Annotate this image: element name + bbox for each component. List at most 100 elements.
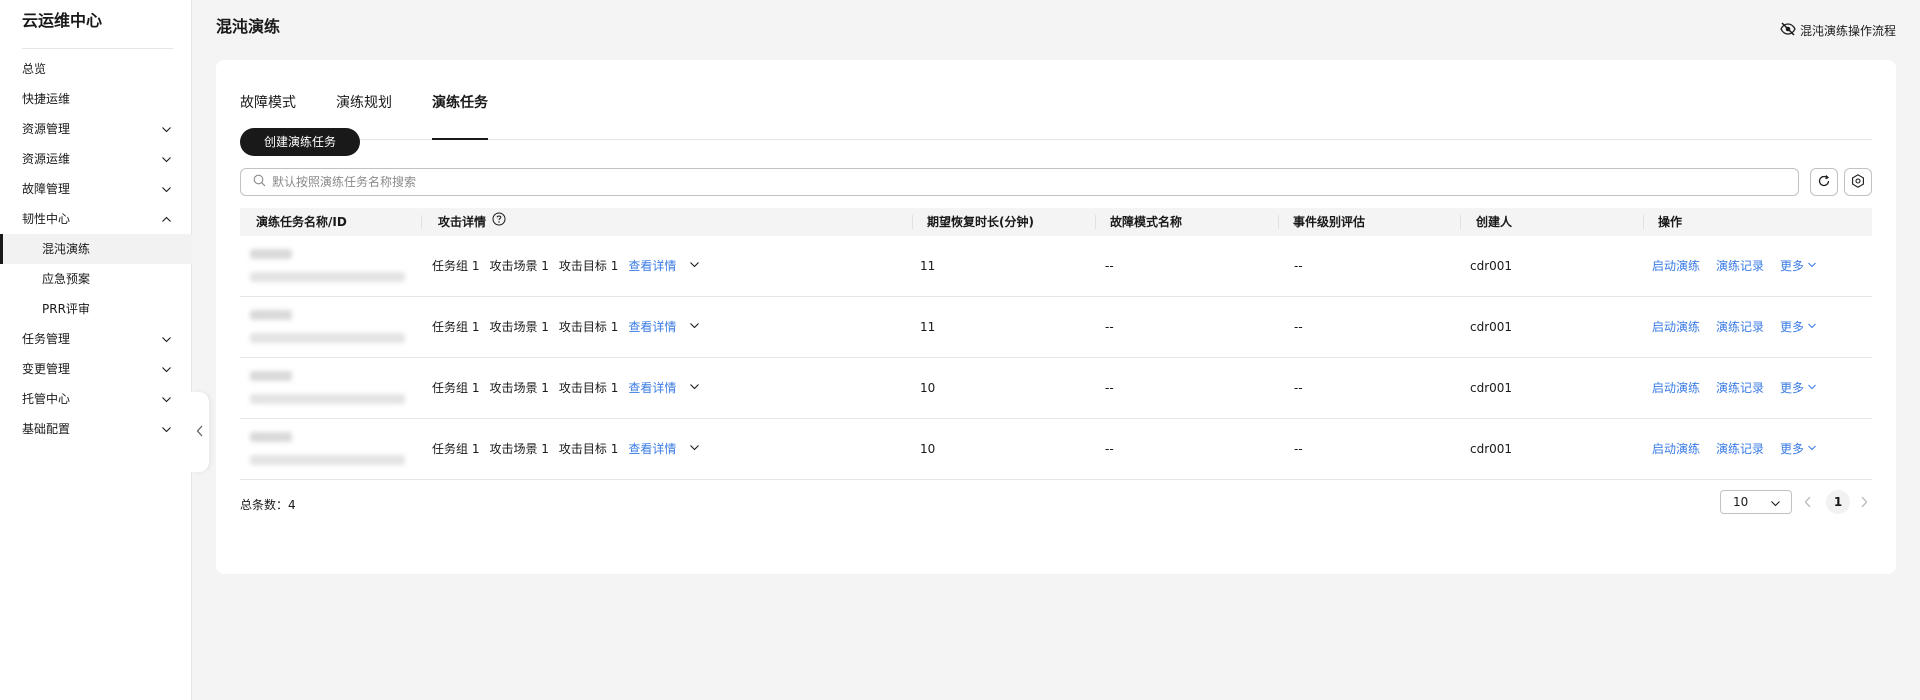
column-divider — [1095, 215, 1096, 229]
sidebar-item-label: 变更管理 — [22, 362, 71, 376]
page-number-current[interactable]: 1 — [1826, 490, 1850, 514]
action-drill-records[interactable]: 演练记录 — [1716, 297, 1764, 357]
action-more[interactable]: 更多 — [1780, 236, 1817, 296]
event-level: -- — [1294, 381, 1303, 395]
action-more[interactable]: 更多 — [1780, 297, 1817, 357]
attack-task-group: 任务组 1 — [432, 320, 480, 334]
drill-records-label: 演练记录 — [1716, 320, 1765, 334]
view-details-link[interactable]: 查看详情 — [628, 236, 710, 296]
operation-flow-link[interactable]: 混沌演练操作流程 — [1780, 22, 1896, 39]
fault-mode-name: -- — [1105, 442, 1114, 456]
attack-details: 任务组 1 攻击场景 1 攻击目标 1 查看详情 — [432, 236, 720, 296]
sidebar-item-label: 混沌演练 — [42, 242, 91, 256]
column-header-actions: 操作 — [1658, 215, 1683, 229]
sidebar-item-hosting-center[interactable]: 托管中心 — [0, 384, 192, 414]
sidebar-item-label: 快捷运维 — [22, 92, 71, 106]
settings-button[interactable] — [1844, 168, 1872, 196]
column-divider — [1643, 215, 1644, 229]
chevron-down-icon — [1807, 419, 1817, 479]
redacted-task-name — [250, 371, 292, 381]
column-header-attack: 攻击详情 — [438, 208, 506, 236]
drill-records-label: 演练记录 — [1716, 442, 1765, 456]
chevron-down-icon — [689, 419, 700, 479]
action-start-drill[interactable]: 启动演练 — [1652, 358, 1700, 418]
action-start-drill[interactable]: 启动演练 — [1652, 236, 1700, 296]
more-label: 更多 — [1780, 381, 1805, 395]
fault-mode-name: -- — [1105, 381, 1114, 395]
view-details-label: 查看详情 — [628, 381, 677, 395]
chevron-down-icon — [161, 154, 172, 165]
attack-target: 攻击目标 1 — [558, 259, 619, 273]
chevron-down-icon — [161, 334, 172, 345]
search-box — [240, 168, 1799, 196]
chevron-down-icon — [1770, 498, 1781, 512]
more-menu: 更多 — [1780, 358, 1817, 418]
view-details-link[interactable]: 查看详情 — [628, 358, 710, 418]
sidebar-item-label: 任务管理 — [22, 332, 71, 346]
action-start-drill[interactable]: 启动演练 — [1652, 297, 1700, 357]
column-header-recovery: 期望恢复时长(分钟) — [927, 215, 1034, 229]
start-drill-label: 启动演练 — [1652, 442, 1701, 456]
sidebar-item-quick-ops[interactable]: 快捷运维 — [0, 84, 192, 114]
sidebar-collapse-handle[interactable] — [191, 392, 209, 472]
event-level: -- — [1294, 320, 1303, 334]
sidebar-item-resilience-center[interactable]: 韧性中心 — [0, 204, 192, 234]
prev-page-button[interactable] — [1804, 496, 1812, 511]
action-more[interactable]: 更多 — [1780, 358, 1817, 418]
start-drill-label: 启动演练 — [1652, 259, 1701, 273]
help-icon[interactable] — [492, 208, 506, 236]
sidebar: 云运维中心 总览 快捷运维 资源管理 资源运维 故障管理 韧性中心 混沌演练 应… — [0, 0, 192, 700]
sidebar-item-emergency-plan[interactable]: 应急预案 — [0, 264, 192, 294]
redacted-task-name — [250, 249, 292, 259]
fault-mode-name: -- — [1105, 259, 1114, 273]
page-size-select[interactable]: 10 — [1720, 490, 1792, 514]
recovery-duration: 10 — [920, 442, 936, 456]
eye-off-icon — [1780, 22, 1796, 39]
action-start-drill[interactable]: 启动演练 — [1652, 419, 1700, 479]
action-drill-records[interactable]: 演练记录 — [1716, 358, 1764, 418]
chevron-down-icon — [1807, 236, 1817, 296]
creator: cdr001 — [1470, 320, 1513, 334]
sidebar-item-label: 基础配置 — [22, 422, 71, 436]
chevron-down-icon — [1807, 297, 1817, 357]
chevron-down-icon — [161, 394, 172, 405]
chevron-down-icon — [1807, 358, 1817, 418]
sidebar-item-label: 故障管理 — [22, 182, 71, 196]
next-page-button[interactable] — [1860, 496, 1868, 511]
action-more[interactable]: 更多 — [1780, 419, 1817, 479]
sidebar-item-label: 韧性中心 — [22, 212, 71, 226]
drill-task-table: 演练任务名称/ID 攻击详情 期望恢复时长(分钟) 故障模式名称 事件级别评估 … — [240, 208, 1872, 480]
action-drill-records[interactable]: 演练记录 — [1716, 419, 1764, 479]
view-details-label: 查看详情 — [628, 442, 677, 456]
sidebar-item-resource-management[interactable]: 资源管理 — [0, 114, 192, 144]
sidebar-item-resource-ops[interactable]: 资源运维 — [0, 144, 192, 174]
tab-drill-tasks[interactable]: 演练任务 — [432, 84, 488, 140]
fault-mode-name: -- — [1105, 320, 1114, 334]
more-label: 更多 — [1780, 259, 1805, 273]
sidebar-item-change-management[interactable]: 变更管理 — [0, 354, 192, 384]
sidebar-item-basic-config[interactable]: 基础配置 — [0, 414, 192, 444]
sidebar-item-label: 托管中心 — [22, 392, 71, 406]
view-details-label: 查看详情 — [628, 320, 677, 334]
sidebar-item-fault-management[interactable]: 故障管理 — [0, 174, 192, 204]
table-row: 任务组 1 攻击场景 1 攻击目标 1 查看详情 11 -- -- cdr001… — [240, 297, 1872, 358]
sidebar-item-label: 资源管理 — [22, 122, 71, 136]
sidebar-item-overview[interactable]: 总览 — [0, 54, 192, 84]
redacted-task-id — [250, 272, 405, 282]
view-details-link[interactable]: 查看详情 — [628, 419, 710, 479]
view-details-link[interactable]: 查看详情 — [628, 297, 710, 357]
more-label: 更多 — [1780, 442, 1805, 456]
sidebar-item-label: PRR评审 — [42, 302, 90, 316]
action-drill-records[interactable]: 演练记录 — [1716, 236, 1764, 296]
attack-details: 任务组 1 攻击场景 1 攻击目标 1 查看详情 — [432, 419, 720, 479]
refresh-button[interactable] — [1810, 168, 1838, 196]
sidebar-item-chaos-drill[interactable]: 混沌演练 — [0, 234, 192, 264]
gear-icon — [1851, 173, 1865, 191]
redacted-task-id — [250, 394, 405, 404]
create-drill-task-button[interactable]: 创建演练任务 — [240, 128, 361, 156]
creator: cdr001 — [1470, 381, 1513, 395]
sidebar-item-task-management[interactable]: 任务管理 — [0, 324, 192, 354]
search-input[interactable] — [272, 175, 1798, 189]
redacted-task-name — [250, 432, 292, 442]
sidebar-item-prr-review[interactable]: PRR评审 — [0, 294, 192, 324]
